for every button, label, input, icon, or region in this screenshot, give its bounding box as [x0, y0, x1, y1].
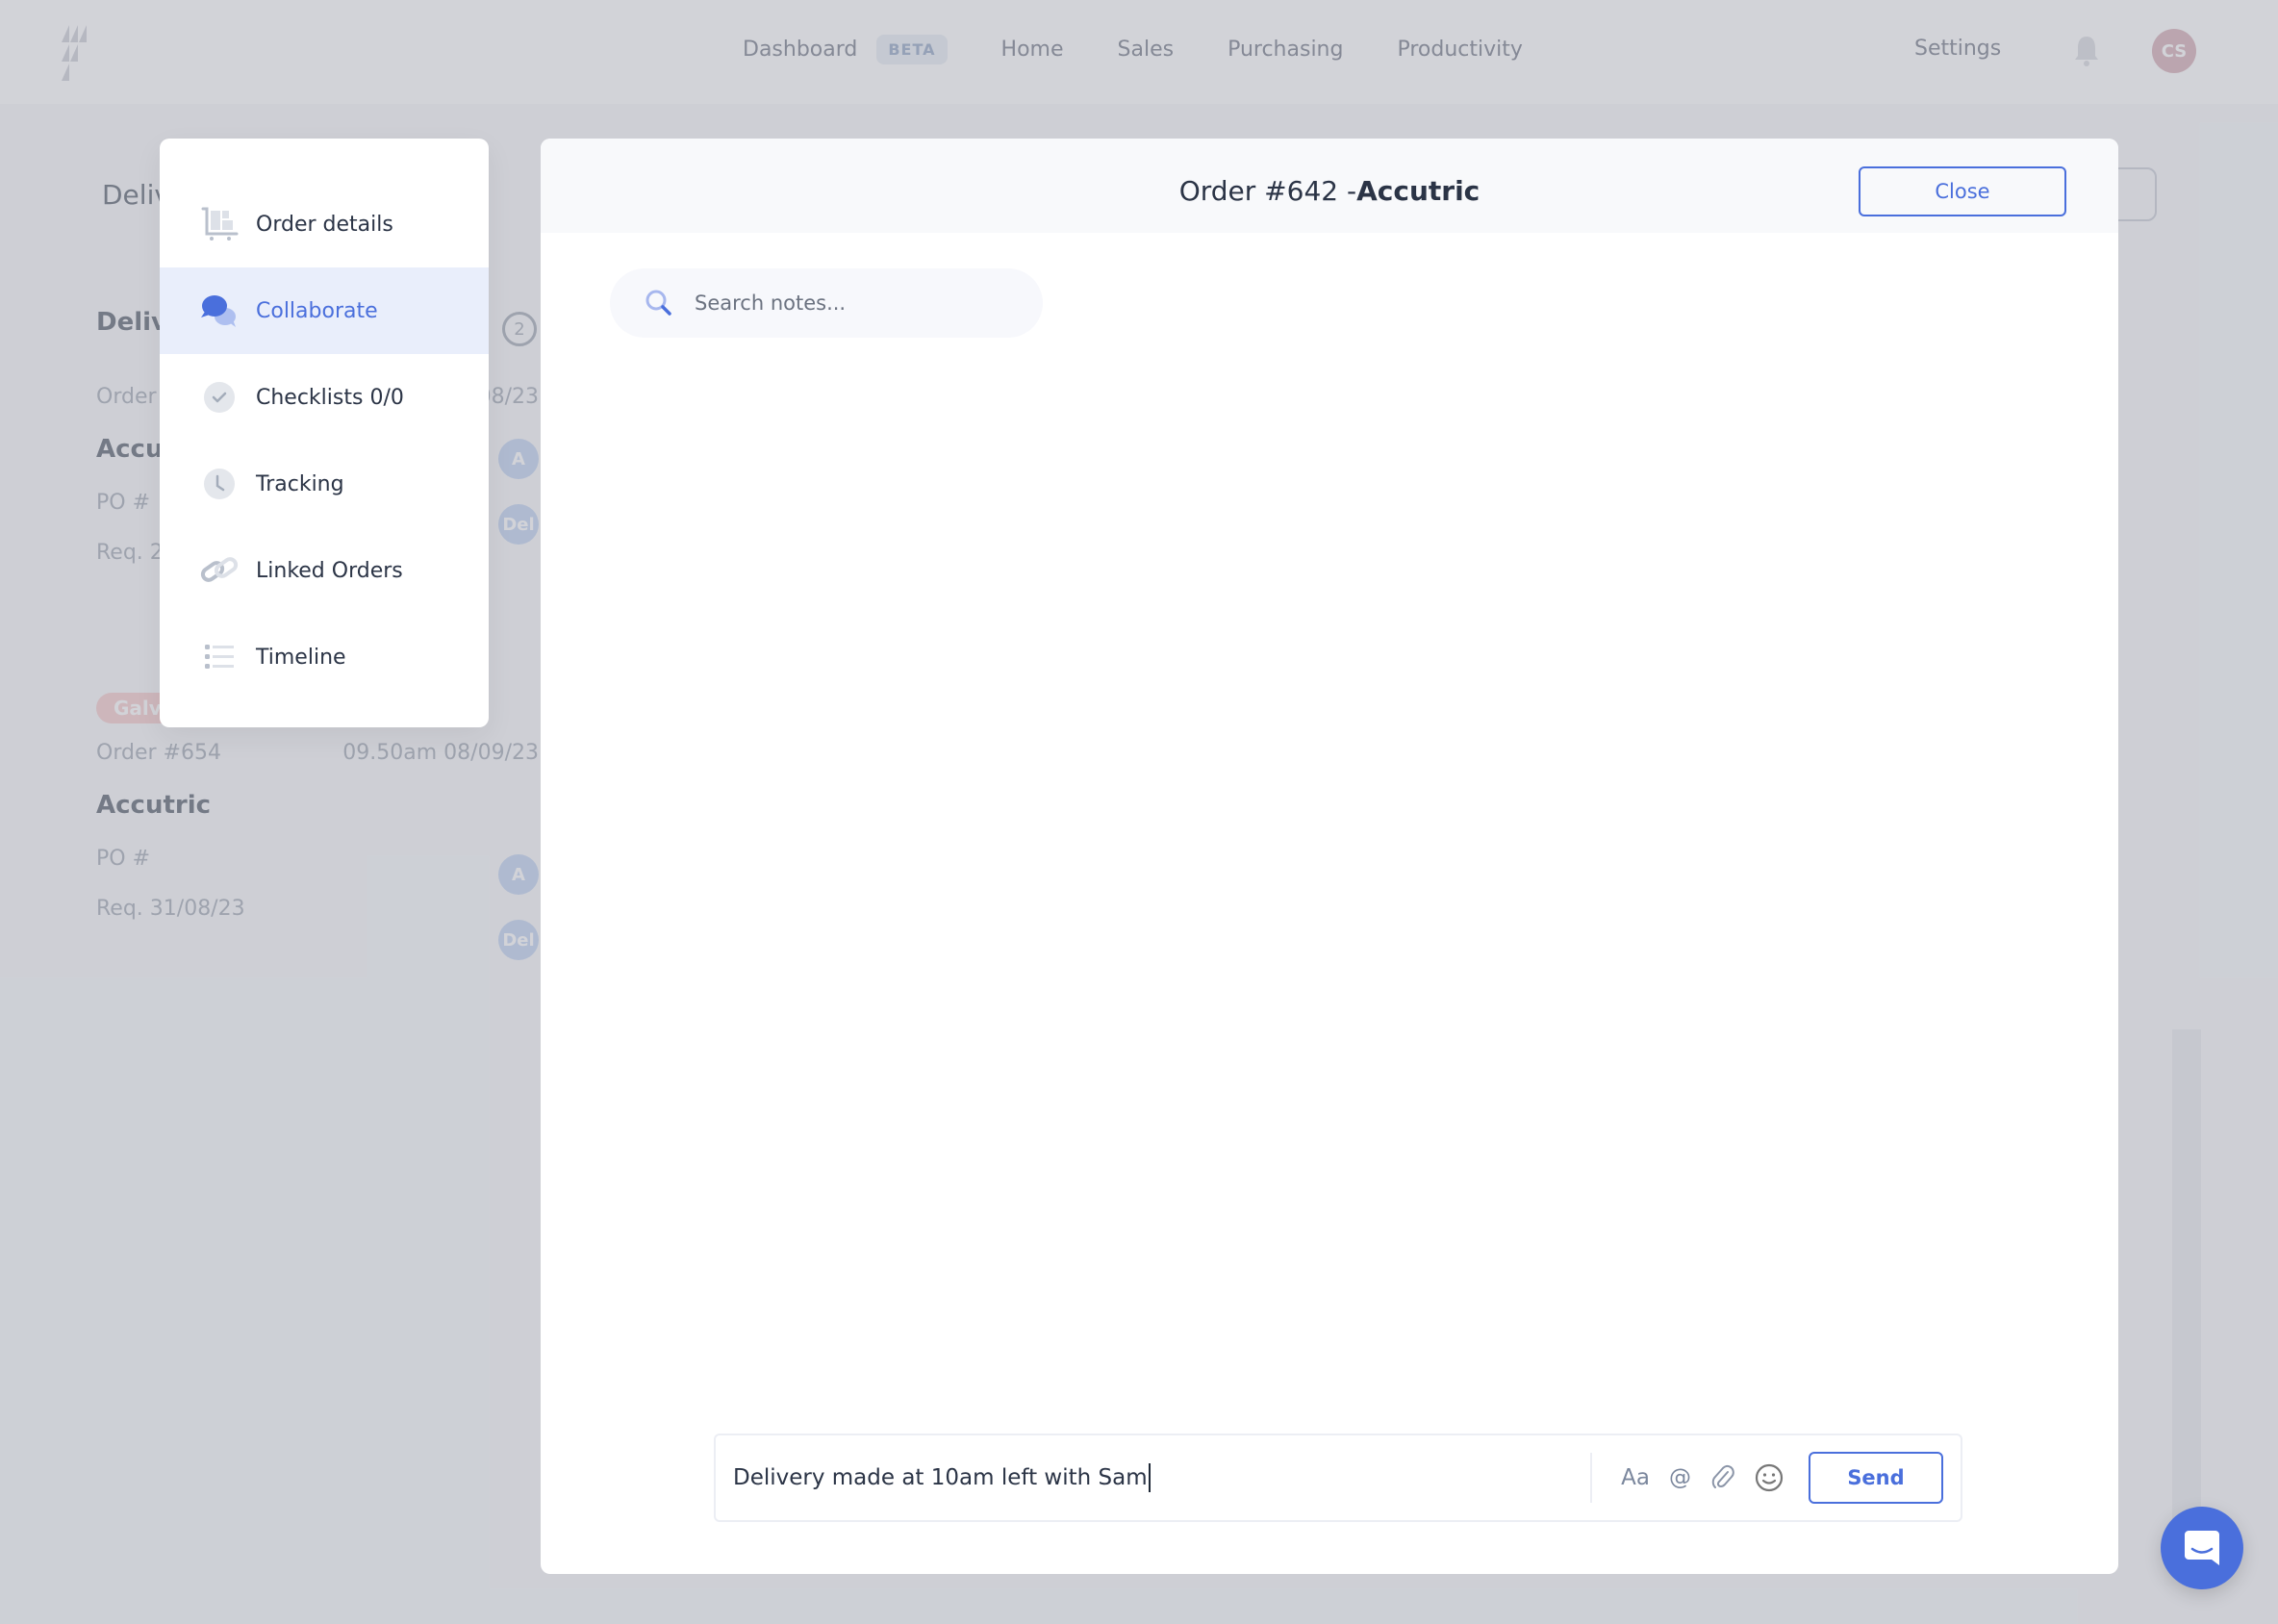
link-icon — [200, 551, 239, 590]
menu-item-tracking[interactable]: Tracking — [160, 441, 489, 527]
send-button[interactable]: Send — [1809, 1452, 1943, 1504]
search-icon — [645, 290, 671, 316]
composer-divider — [1590, 1453, 1593, 1503]
menu-item-linked-orders[interactable]: Linked Orders — [160, 527, 489, 614]
chat-bubbles-icon — [200, 292, 239, 330]
help-chat-button[interactable] — [2161, 1507, 2243, 1589]
menu-item-collaborate[interactable]: Collaborate — [160, 267, 489, 354]
menu-item-label: Timeline — [256, 645, 346, 670]
mention-button[interactable]: @ — [1669, 1465, 1691, 1490]
attach-button[interactable] — [1710, 1464, 1735, 1491]
search-notes-input[interactable] — [695, 292, 1022, 315]
clock-icon — [200, 465, 239, 503]
format-text-button[interactable]: Aa — [1621, 1465, 1650, 1490]
order-number: Order #642 - — [1178, 175, 1357, 207]
cart-icon — [200, 205, 239, 243]
menu-item-order-details[interactable]: Order details — [160, 181, 489, 267]
list-icon — [200, 638, 239, 676]
chat-support-icon — [2185, 1531, 2219, 1565]
check-circle-icon — [200, 378, 239, 417]
notes-search — [610, 268, 1043, 338]
order-modal: Order #642 -Accutric Close Delivery made… — [541, 139, 2118, 1574]
menu-item-checklists[interactable]: Checklists 0/0 — [160, 354, 489, 441]
menu-item-timeline[interactable]: Timeline — [160, 614, 489, 700]
text-caret — [1148, 1463, 1151, 1492]
smiley-icon — [1755, 1463, 1784, 1492]
note-input-value: Delivery made at 10am left with Sam — [733, 1465, 1148, 1490]
emoji-button[interactable] — [1755, 1463, 1784, 1492]
menu-item-label: Tracking — [256, 471, 344, 496]
note-composer: Delivery made at 10am left with Sam Aa @… — [714, 1434, 1962, 1522]
menu-item-label: Checklists 0/0 — [256, 385, 404, 410]
note-input[interactable]: Delivery made at 10am left with Sam — [716, 1435, 1590, 1520]
close-button[interactable]: Close — [1859, 166, 2066, 216]
menu-item-label: Linked Orders — [256, 558, 403, 583]
customer-name: Accutric — [1356, 175, 1481, 207]
order-side-menu: Order details Collaborate Checklists 0/0 — [160, 139, 489, 727]
menu-item-label: Order details — [256, 212, 393, 237]
menu-item-label: Collaborate — [256, 298, 378, 323]
paperclip-icon — [1711, 1464, 1734, 1488]
modal-header: Order #642 -Accutric Close — [541, 139, 2118, 233]
